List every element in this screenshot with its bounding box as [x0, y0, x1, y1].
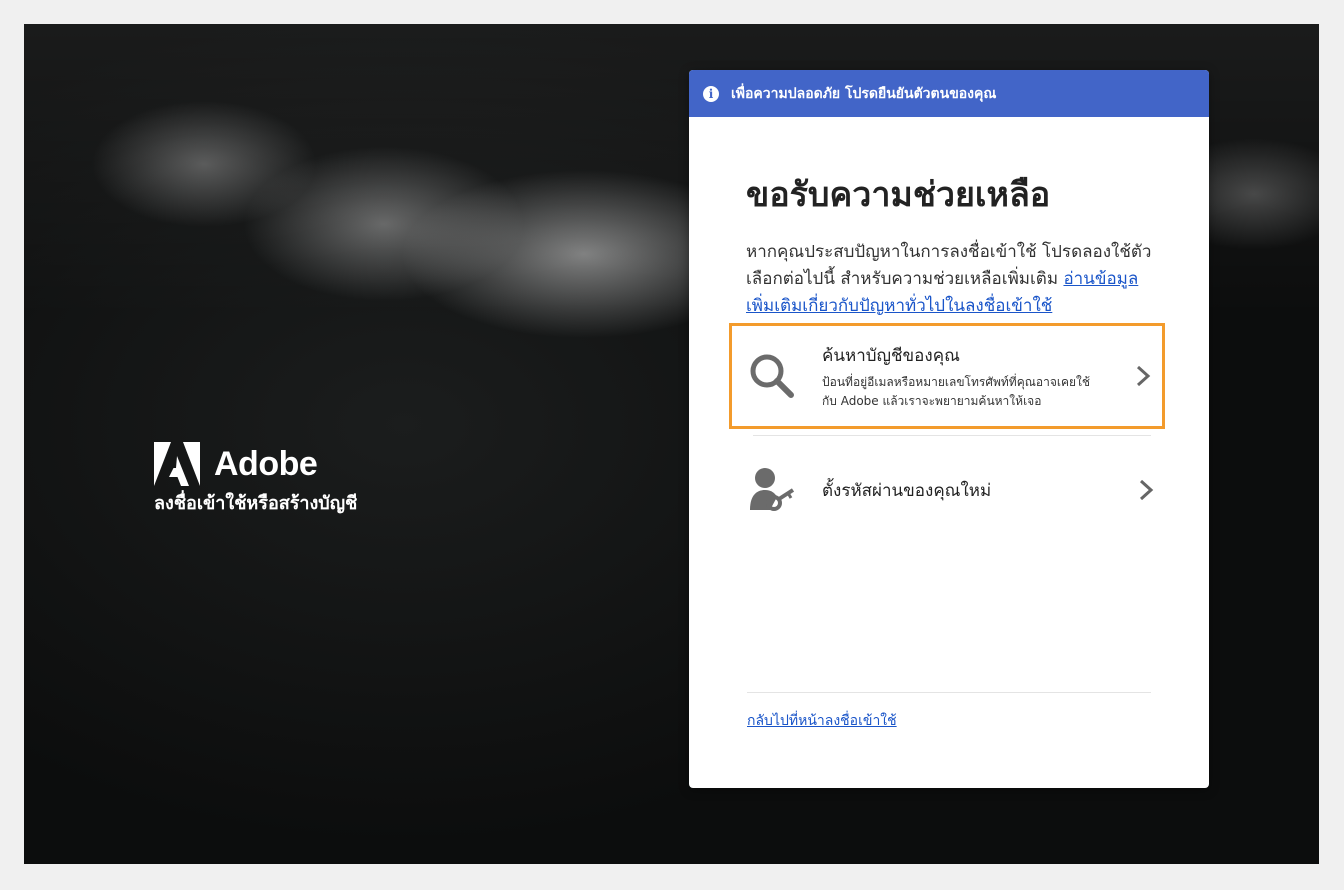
card-content: ขอรับความช่วยเหลือ หากคุณประสบปัญหาในการ… — [689, 173, 1209, 320]
magnifier-icon — [750, 354, 794, 398]
brand-subtitle: ลงชื่อเข้าใช้หรือสร้างบัญชี — [154, 493, 358, 514]
adobe-logo-icon — [154, 442, 200, 486]
chevron-right-icon — [1136, 365, 1151, 387]
find-account-subtitle: ป้อนที่อยู่อีเมลหรือหมายเลขโทรศัพท์ที่คุ… — [822, 373, 1134, 411]
brand-block: Adobe ลงชื่อเข้าใช้หรือสร้างบัญชี — [154, 442, 357, 517]
info-icon: i — [703, 85, 719, 102]
help-description: หากคุณประสบปัญหาในการลงชื่อเข้าใช้ โปรดล… — [746, 239, 1152, 320]
page-title: ขอรับความช่วยเหลือ — [746, 175, 1051, 215]
banner-text: เพื่อความปลอดภัย โปรดยืนยันตัวตนของคุณ — [731, 85, 997, 102]
brand-name: Adobe — [214, 445, 318, 483]
reset-password-text: ตั้งรหัสผ่านของคุณใหม่ — [822, 477, 1137, 504]
back-to-signin-link[interactable]: กลับไปที่หน้าลงชื่อเข้าใช้ — [747, 710, 897, 732]
reset-password-title: ตั้งรหัสผ่านของคุณใหม่ — [822, 480, 992, 501]
find-account-option[interactable]: ค้นหาบัญชีของคุณ ป้อนที่อยู่อีเมลหรือหมา… — [729, 323, 1165, 429]
reset-password-option[interactable]: ตั้งรหัสผ่านของคุณใหม่ — [729, 455, 1165, 525]
find-account-subtitle-line2: กับ Adobe แล้วเราจะพยายามค้นหาให้เจอ — [822, 393, 1042, 408]
find-account-subtitle-line1: ป้อนที่อยู่อีเมลหรือหมายเลขโทรศัพท์ที่คุ… — [822, 374, 1091, 389]
brand-row: Adobe — [154, 442, 357, 486]
option-divider — [753, 435, 1151, 436]
find-account-text: ค้นหาบัญชีของคุณ ป้อนที่อยู่อีเมลหรือหมา… — [822, 342, 1134, 411]
chevron-right-icon — [1139, 479, 1154, 501]
find-account-title: ค้นหาบัญชีของคุณ — [822, 345, 960, 366]
help-card: i เพื่อความปลอดภัย โปรดยืนยันตัวตนของคุณ… — [689, 70, 1209, 788]
footer-divider — [747, 692, 1151, 693]
security-banner: i เพื่อความปลอดภัย โปรดยืนยันตัวตนของคุณ — [689, 70, 1209, 117]
user-key-icon — [750, 468, 795, 511]
